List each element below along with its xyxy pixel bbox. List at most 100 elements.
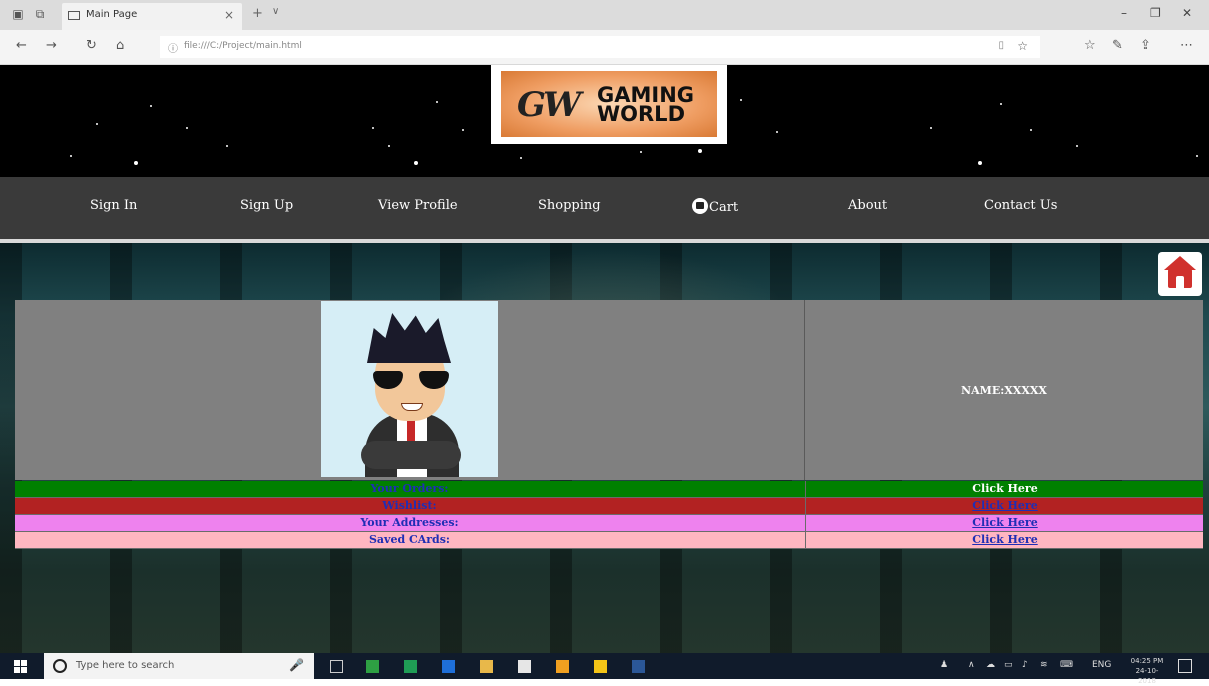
restore-icon[interactable]: ❐ xyxy=(1150,6,1161,20)
favorite-star-icon[interactable]: ☆ xyxy=(1017,39,1028,53)
network-icon[interactable]: ☁ xyxy=(986,660,995,670)
nav-view-profile[interactable]: View Profile xyxy=(378,198,458,213)
star-icon xyxy=(96,123,98,125)
wishlist-label: Wishlist: xyxy=(382,499,437,512)
tab-actions-icon[interactable]: ▣ xyxy=(10,7,26,21)
reading-view-icon[interactable]: ▯ xyxy=(998,40,1004,51)
new-tab-icon[interactable]: + xyxy=(252,6,263,21)
star-icon xyxy=(70,155,72,157)
favorites-icon[interactable]: ☆ xyxy=(1084,38,1096,53)
orders-link[interactable]: Click Here xyxy=(972,482,1037,495)
notifications-icon[interactable] xyxy=(1178,659,1192,673)
star-icon xyxy=(372,127,374,129)
link-row-addresses: Your Addresses: Click Here xyxy=(15,515,1203,532)
star-icon xyxy=(776,131,778,133)
logo-graphic: GW GAMING WORLD xyxy=(501,71,717,137)
language-indicator[interactable]: ENG xyxy=(1092,660,1111,670)
star-icon xyxy=(930,127,932,129)
addresses-link[interactable]: Click Here xyxy=(972,516,1037,529)
address-url[interactable]: file:///C:/Project/main.html xyxy=(184,41,302,51)
star-icon xyxy=(520,157,522,159)
site-logo[interactable]: GW GAMING WORLD xyxy=(491,65,727,144)
tab-title: Main Page xyxy=(86,9,138,20)
app-icon-yellow[interactable] xyxy=(594,660,607,673)
start-icon-tile xyxy=(14,660,20,666)
nav-about[interactable]: About xyxy=(848,198,887,213)
tray-chevron-icon[interactable]: ∧ xyxy=(968,660,975,670)
clock-date: 24-10-2018 xyxy=(1135,667,1159,685)
star-icon xyxy=(226,145,228,147)
clock-time: 04:25 PM xyxy=(1130,657,1164,665)
file-explorer-icon[interactable] xyxy=(480,660,493,673)
app-icon-teal[interactable] xyxy=(404,660,417,673)
back-icon[interactable]: ← xyxy=(16,38,27,53)
cart-icon xyxy=(692,198,708,214)
close-window-icon[interactable]: ✕ xyxy=(1182,6,1192,20)
cards-cell: Click Here xyxy=(805,532,1204,548)
home-icon xyxy=(1164,256,1196,270)
cards-link[interactable]: Click Here xyxy=(972,533,1037,546)
volume-icon[interactable]: ♪ xyxy=(1022,660,1028,670)
keyboard-icon[interactable]: ⌨ xyxy=(1060,660,1073,670)
link-row-orders: Your Orders: Click Here xyxy=(15,481,1203,498)
home-icon-door xyxy=(1176,276,1184,288)
wishlist-cell: Click Here xyxy=(805,498,1204,514)
star-icon xyxy=(1196,155,1198,157)
windows-taskbar: Type here to search 🎤 ♟ ∧ ☁ ▭ ♪ ≋ ⌨ ENG … xyxy=(0,653,1209,685)
nav-sign-in[interactable]: Sign In xyxy=(90,198,137,213)
star-icon xyxy=(134,161,138,165)
battery-icon[interactable]: ▭ xyxy=(1004,660,1013,670)
system-clock[interactable]: 04:25 PM 24-10-2018 xyxy=(1130,656,1164,686)
page-icon xyxy=(68,11,80,20)
star-icon xyxy=(436,101,438,103)
task-view-icon[interactable] xyxy=(330,660,343,673)
nav-cart[interactable]: Cart xyxy=(692,198,738,215)
account-links: Your Orders: Click Here Wishlist: Click … xyxy=(15,481,1203,549)
nav-sign-up[interactable]: Sign Up xyxy=(240,198,293,213)
avatar-sunglasses xyxy=(373,371,449,389)
star-icon xyxy=(978,161,982,165)
home-button[interactable] xyxy=(1158,252,1202,296)
microphone-icon[interactable]: 🎤 xyxy=(289,658,304,672)
edge-icon[interactable] xyxy=(442,660,455,673)
browser-tab[interactable]: Main Page × xyxy=(62,3,242,30)
profile-name: NAME:XXXXX xyxy=(961,383,1047,397)
star-icon xyxy=(698,149,702,153)
tab-close-icon[interactable]: × xyxy=(224,8,234,22)
avatar-hair xyxy=(367,313,451,363)
tab-menu-icon[interactable]: ∨ xyxy=(272,6,279,17)
app-icon-green[interactable] xyxy=(366,660,379,673)
star-icon xyxy=(388,145,390,147)
home-icon[interactable]: ⌂ xyxy=(116,38,124,53)
link-row-cards: Saved CArds: Click Here xyxy=(15,532,1203,549)
star-icon xyxy=(462,129,464,131)
forward-icon[interactable]: → xyxy=(46,38,57,53)
start-icon[interactable] xyxy=(14,660,27,673)
wifi-icon[interactable]: ≋ xyxy=(1040,660,1048,670)
info-icon: ⓘ xyxy=(168,44,178,55)
share-icon[interactable]: ⇪ xyxy=(1140,38,1151,53)
wishlist-link[interactable]: Click Here xyxy=(972,499,1037,512)
nav-contact-us[interactable]: Contact Us xyxy=(984,198,1057,213)
nav-shopping[interactable]: Shopping xyxy=(538,198,601,213)
link-row-wishlist: Wishlist: Click Here xyxy=(15,498,1203,515)
minimize-icon[interactable]: – xyxy=(1121,6,1127,20)
tab-preview-icon[interactable]: ⧉ xyxy=(32,7,48,21)
addresses-label: Your Addresses: xyxy=(360,516,459,529)
star-icon xyxy=(1076,145,1078,147)
notes-icon[interactable]: ✎ xyxy=(1112,38,1123,53)
more-icon[interactable]: ⋯ xyxy=(1180,38,1193,53)
people-icon[interactable]: ♟ xyxy=(940,660,948,670)
star-icon xyxy=(186,127,188,129)
address-bar[interactable]: ⓘ file:///C:/Project/main.html ▯ ☆ xyxy=(160,36,1040,58)
orders-label: Your Orders: xyxy=(370,482,449,495)
browser-tab-bar: ▣ ⧉ Main Page × + ∨ – ❐ ✕ xyxy=(0,0,1209,30)
app-icon-orange[interactable] xyxy=(556,660,569,673)
word-icon[interactable] xyxy=(632,660,645,673)
store-icon[interactable] xyxy=(518,660,531,673)
star-icon xyxy=(414,161,418,165)
start-icon-tile xyxy=(14,667,20,673)
taskbar-search[interactable]: Type here to search 🎤 xyxy=(44,653,314,679)
start-icon-tile xyxy=(21,667,27,673)
refresh-icon[interactable]: ↻ xyxy=(86,38,97,53)
